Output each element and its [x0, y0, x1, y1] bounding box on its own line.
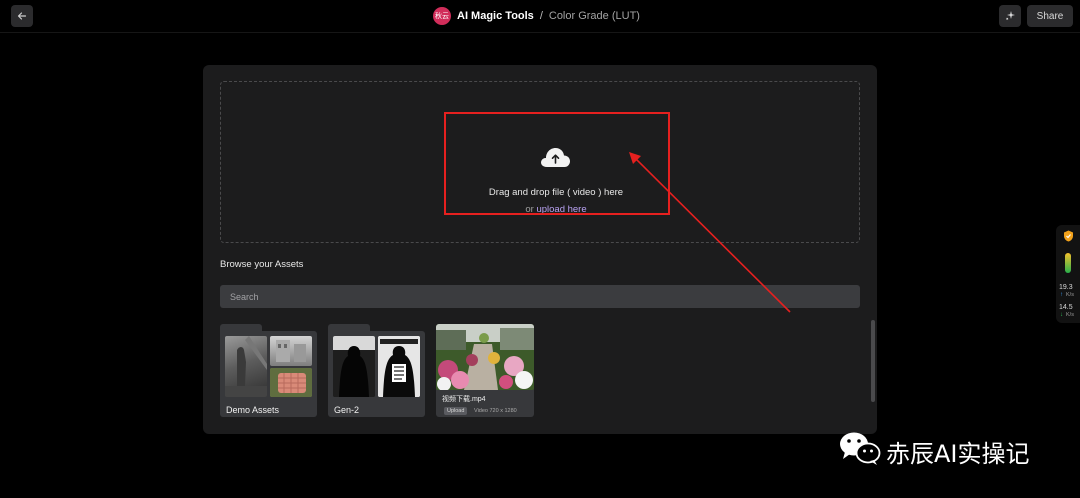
wechat-icon — [840, 432, 881, 465]
upload-arrow-icon: ↓ — [1060, 312, 1063, 318]
upload-speed: 14.5 — [1059, 304, 1073, 311]
memory-gauge — [1065, 253, 1071, 273]
download-arrow-icon: ↑ — [1060, 292, 1063, 298]
shield-icon — [1064, 230, 1073, 242]
download-unit: K/s — [1066, 292, 1074, 298]
upload-unit: K/s — [1066, 312, 1074, 318]
annotation-arrow — [629, 152, 791, 313]
watermark-text: 赤辰AI实操记 — [886, 440, 1030, 468]
download-speed: 19.3 — [1059, 284, 1073, 291]
